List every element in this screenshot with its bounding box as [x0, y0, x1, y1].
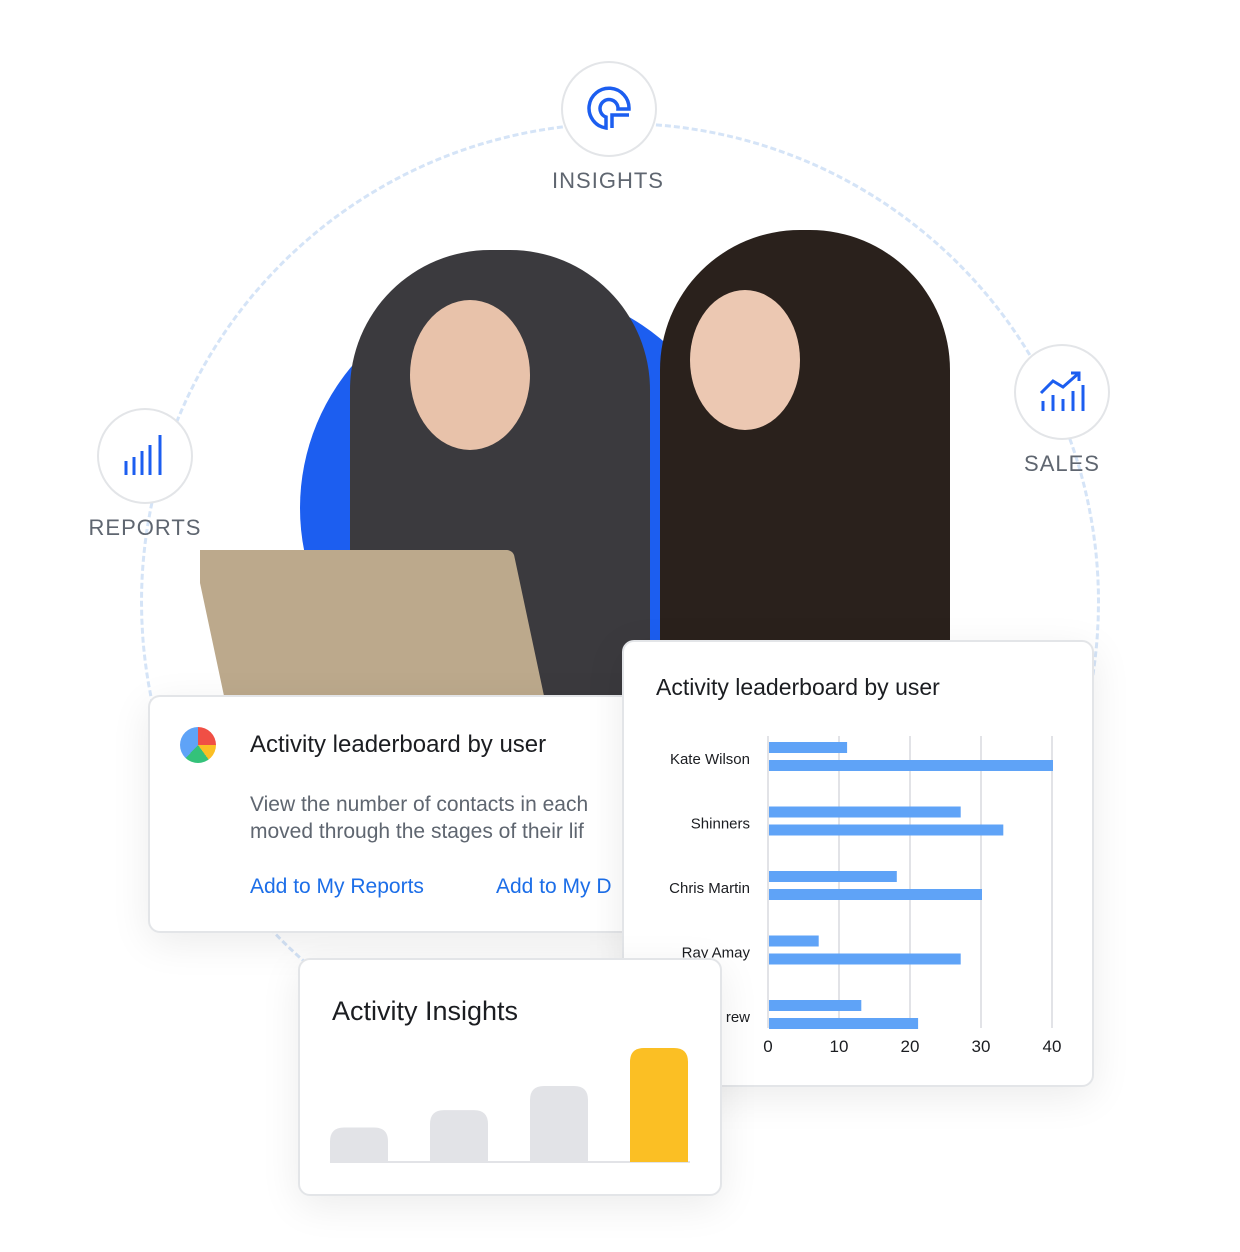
add-to-my-dashboard-link[interactable]: Add to My D — [496, 875, 612, 899]
reports-node — [97, 408, 193, 504]
sales-node — [1014, 344, 1110, 440]
bar — [769, 871, 897, 882]
x-tick-label: 10 — [830, 1037, 849, 1056]
reports-label: REPORTS — [88, 515, 202, 540]
bar — [769, 953, 961, 965]
info-card: Activity leaderboard by user View the nu… — [148, 695, 668, 933]
bar-chart-icon — [124, 435, 162, 475]
bar — [769, 1000, 862, 1011]
bar — [630, 1048, 688, 1162]
insights-node — [561, 61, 657, 157]
person-right-face — [690, 290, 800, 430]
pie-chart-icon — [180, 727, 216, 763]
bar — [769, 889, 982, 900]
trend-chart-icon — [1039, 371, 1085, 411]
bar — [769, 824, 1004, 836]
info-card-title: Activity leaderboard by user — [250, 731, 547, 758]
description-line: View the number of contacts in each — [250, 793, 589, 816]
bar — [769, 1018, 919, 1029]
activity-insights-chart — [330, 1048, 690, 1163]
bar — [769, 742, 848, 753]
category-label: rew — [726, 1009, 750, 1026]
add-to-my-reports-link[interactable]: Add to My Reports — [250, 875, 424, 899]
person-right — [660, 230, 950, 690]
insights-icon — [587, 86, 631, 131]
laptop — [200, 550, 548, 700]
bar — [530, 1086, 588, 1162]
info-card-description: View the number of contacts in each move… — [250, 791, 588, 845]
bar — [430, 1110, 488, 1162]
category-label: Chris Martin — [669, 880, 750, 897]
x-tick-label: 0 — [763, 1037, 772, 1056]
bar — [769, 760, 1053, 771]
category-label: Shinners — [691, 816, 750, 833]
bar — [330, 1127, 388, 1162]
bar — [769, 806, 961, 818]
sales-label: SALES — [1024, 451, 1100, 476]
person-left-face — [410, 300, 530, 450]
x-tick-label: 30 — [972, 1037, 991, 1056]
bar — [769, 935, 819, 947]
x-tick-label: 40 — [1043, 1037, 1062, 1056]
insights-label: INSIGHTS — [552, 168, 664, 193]
category-label: Kate Wilson — [670, 751, 750, 768]
activity-insights-card: Activity Insights — [298, 958, 722, 1196]
hero-photo — [200, 230, 960, 700]
description-line: moved through the stages of their lif — [250, 820, 584, 843]
x-tick-label: 20 — [901, 1037, 920, 1056]
